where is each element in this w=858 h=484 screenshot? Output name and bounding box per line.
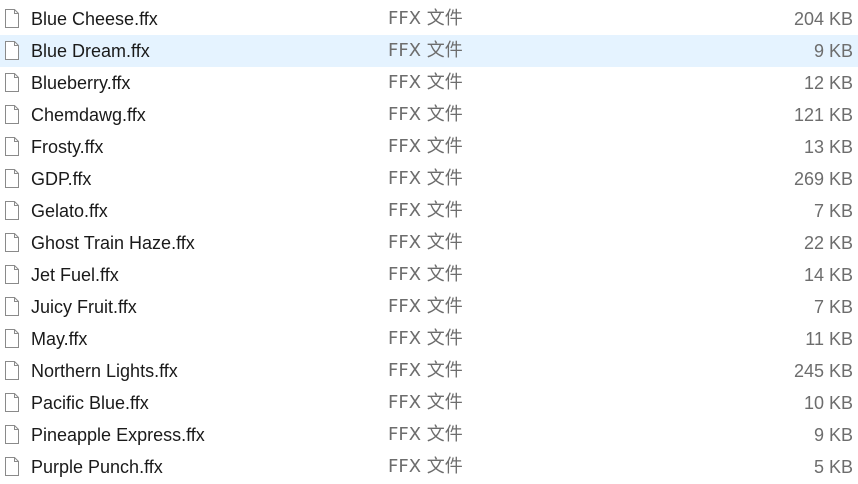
file-icon (5, 9, 19, 28)
file-name: Juicy Fruit.ffx (31, 297, 137, 317)
file-icon (5, 457, 19, 476)
file-size: 9 KB (813, 41, 853, 61)
file-icon (5, 393, 19, 412)
file-row-2[interactable]: Blue Dream.ffx FFX 文件 9 KB (0, 35, 858, 67)
file-icon (5, 329, 19, 348)
file-icon (5, 233, 19, 252)
file-type: FFX 文件 (388, 328, 463, 349)
file-type: FFX 文件 (388, 8, 463, 29)
file-type: FFX 文件 (388, 168, 463, 189)
file-type: FFX 文件 (388, 104, 463, 125)
file-size: 121 KB (793, 105, 853, 125)
file-size: 11 KB (805, 329, 853, 349)
file-icon (5, 169, 19, 188)
file-row-7[interactable]: Gelato.ffx FFX 文件 7 KB (0, 195, 858, 227)
file-type: FFX 文件 (388, 264, 463, 285)
file-name: Gelato.ffx (31, 201, 108, 221)
file-size: 204 KB (793, 9, 853, 29)
file-list: Blue Cheese.ffx FFX 文件 204 KB Blue Dream… (0, 0, 858, 484)
file-type: FFX 文件 (388, 392, 463, 413)
file-type: FFX 文件 (388, 424, 463, 445)
file-type: FFX 文件 (388, 232, 463, 253)
file-name: Blue Dream.ffx (31, 41, 150, 61)
file-name: Northern Lights.ffx (31, 361, 178, 381)
file-icon (5, 73, 19, 92)
file-name: Frosty.ffx (31, 137, 104, 157)
file-name: GDP.ffx (31, 169, 92, 189)
file-size: 22 KB (803, 233, 853, 253)
file-type: FFX 文件 (388, 456, 463, 477)
file-type: FFX 文件 (388, 72, 463, 93)
file-icon (5, 41, 19, 60)
file-row-9[interactable]: Jet Fuel.ffx FFX 文件 14 KB (0, 259, 858, 291)
file-icon (5, 361, 19, 380)
file-size: 14 KB (803, 265, 853, 285)
file-name: Jet Fuel.ffx (31, 265, 119, 285)
file-type: FFX 文件 (388, 360, 463, 381)
file-row-13[interactable]: Pacific Blue.ffx FFX 文件 10 KB (0, 387, 858, 419)
file-icon (5, 201, 19, 220)
file-size: 13 KB (803, 137, 853, 157)
file-type: FFX 文件 (388, 296, 463, 317)
file-type: FFX 文件 (388, 200, 463, 221)
file-size: 7 KB (813, 201, 853, 221)
file-row-6[interactable]: GDP.ffx FFX 文件 269 KB (0, 163, 858, 195)
file-name: Chemdawg.ffx (31, 105, 146, 125)
file-size: 12 KB (803, 73, 853, 93)
file-size: 7 KB (813, 297, 853, 317)
file-row-5[interactable]: Frosty.ffx FFX 文件 13 KB (0, 131, 858, 163)
file-name: May.ffx (31, 329, 88, 349)
file-row-10[interactable]: Juicy Fruit.ffx FFX 文件 7 KB (0, 291, 858, 323)
file-size: 9 KB (813, 425, 853, 445)
file-size: 10 KB (803, 393, 853, 413)
file-icon (5, 297, 19, 316)
file-size: 269 KB (793, 169, 853, 189)
file-row-11[interactable]: May.ffx FFX 文件 11 KB (0, 323, 858, 355)
file-type: FFX 文件 (388, 136, 463, 157)
file-size: 5 KB (813, 457, 853, 477)
file-name: Blue Cheese.ffx (31, 9, 158, 29)
file-icon (5, 137, 19, 156)
file-icon (5, 265, 19, 284)
file-row-15[interactable]: Purple Punch.ffx FFX 文件 5 KB (0, 451, 858, 483)
file-name: Ghost Train Haze.ffx (31, 233, 195, 253)
file-name: Pacific Blue.ffx (31, 393, 149, 413)
file-size: 245 KB (793, 361, 853, 381)
file-row-14[interactable]: Pineapple Express.ffx FFX 文件 9 KB (0, 419, 858, 451)
file-name: Purple Punch.ffx (31, 457, 163, 477)
file-row-3[interactable]: Blueberry.ffx FFX 文件 12 KB (0, 67, 858, 99)
file-icon (5, 105, 19, 124)
file-name: Pineapple Express.ffx (31, 425, 205, 445)
file-icon (5, 425, 19, 444)
file-row-12[interactable]: Northern Lights.ffx FFX 文件 245 KB (0, 355, 858, 387)
file-name: Blueberry.ffx (31, 73, 131, 93)
file-row-1[interactable]: Blue Cheese.ffx FFX 文件 204 KB (0, 3, 858, 35)
file-type: FFX 文件 (388, 40, 463, 61)
file-row-8[interactable]: Ghost Train Haze.ffx FFX 文件 22 KB (0, 227, 858, 259)
file-row-4[interactable]: Chemdawg.ffx FFX 文件 121 KB (0, 99, 858, 131)
